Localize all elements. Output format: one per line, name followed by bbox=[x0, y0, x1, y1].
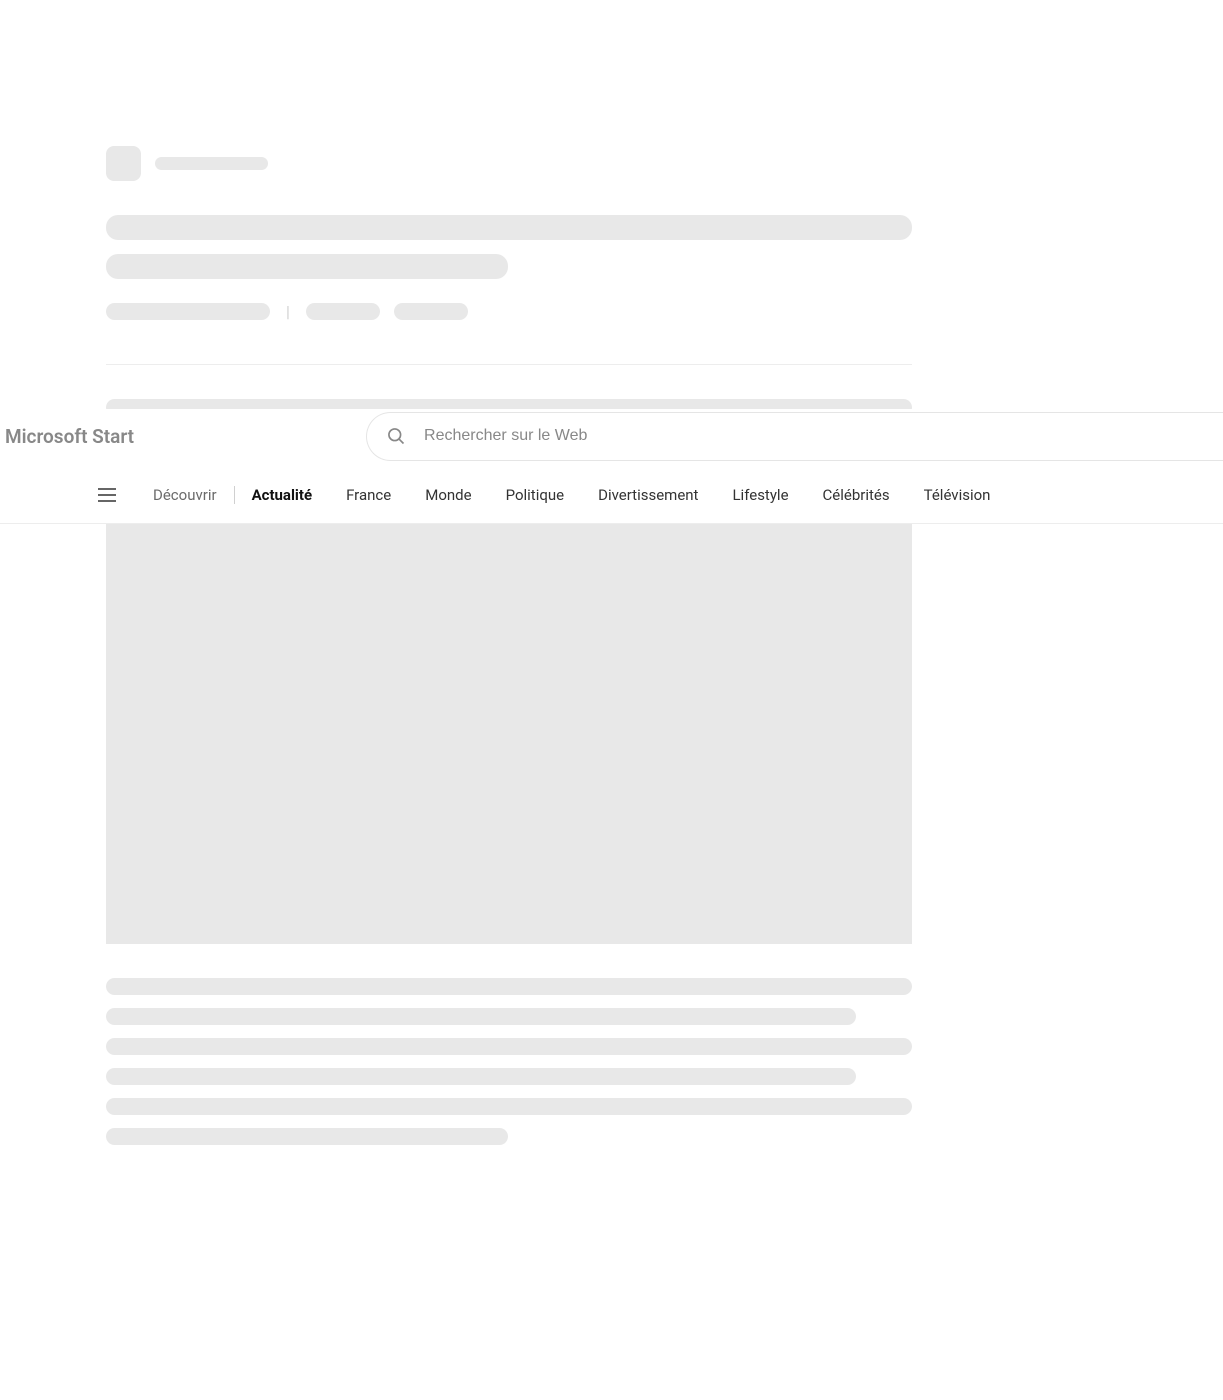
body-text-skeleton-line bbox=[106, 1008, 856, 1025]
nav-item-actualite[interactable]: Actualité bbox=[235, 486, 330, 504]
nav-item-decouvrir[interactable]: Découvrir bbox=[136, 486, 234, 504]
article-content-area: | bbox=[0, 0, 1223, 437]
search-icon bbox=[386, 426, 406, 446]
search-container[interactable] bbox=[366, 412, 1223, 461]
search-input[interactable] bbox=[424, 427, 1223, 445]
nav-item-politique[interactable]: Politique bbox=[489, 486, 582, 504]
title-skeleton-line-2 bbox=[106, 254, 508, 279]
article-source-row bbox=[106, 146, 1103, 181]
nav-items: Découvrir Actualité France Monde Politiq… bbox=[136, 486, 1007, 504]
hero-image-skeleton bbox=[106, 524, 912, 944]
meta-date-skeleton bbox=[106, 303, 270, 320]
nav-bar: Découvrir Actualité France Monde Politiq… bbox=[0, 466, 1223, 524]
meta-pill-skeleton-2 bbox=[394, 303, 468, 320]
meta-pill-skeleton-1 bbox=[306, 303, 380, 320]
body-text-skeleton-line bbox=[106, 1098, 912, 1115]
body-text-skeleton-line bbox=[106, 1128, 508, 1145]
source-name-skeleton bbox=[155, 157, 268, 170]
body-text-skeleton-line bbox=[106, 978, 912, 995]
nav-item-television[interactable]: Télévision bbox=[907, 486, 1008, 504]
header-bar: Microsoft Start bbox=[0, 409, 1223, 463]
body-text-skeleton-line bbox=[106, 1068, 856, 1085]
source-avatar-skeleton bbox=[106, 146, 141, 181]
nav-item-divertissement[interactable]: Divertissement bbox=[581, 486, 715, 504]
article-meta-row: | bbox=[106, 302, 1103, 321]
body-text-block bbox=[106, 978, 912, 1158]
article-divider bbox=[106, 364, 912, 365]
brand-logo[interactable]: Microsoft Start bbox=[5, 425, 134, 448]
nav-item-france[interactable]: France bbox=[329, 486, 408, 504]
nav-item-celebrites[interactable]: Célébrités bbox=[806, 486, 907, 504]
title-skeleton-line-1 bbox=[106, 215, 912, 240]
body-text-skeleton-line bbox=[106, 1038, 912, 1055]
meta-divider: | bbox=[286, 302, 290, 321]
nav-item-lifestyle[interactable]: Lifestyle bbox=[715, 486, 805, 504]
nav-item-monde[interactable]: Monde bbox=[408, 486, 488, 504]
hamburger-menu-icon[interactable] bbox=[98, 488, 116, 502]
